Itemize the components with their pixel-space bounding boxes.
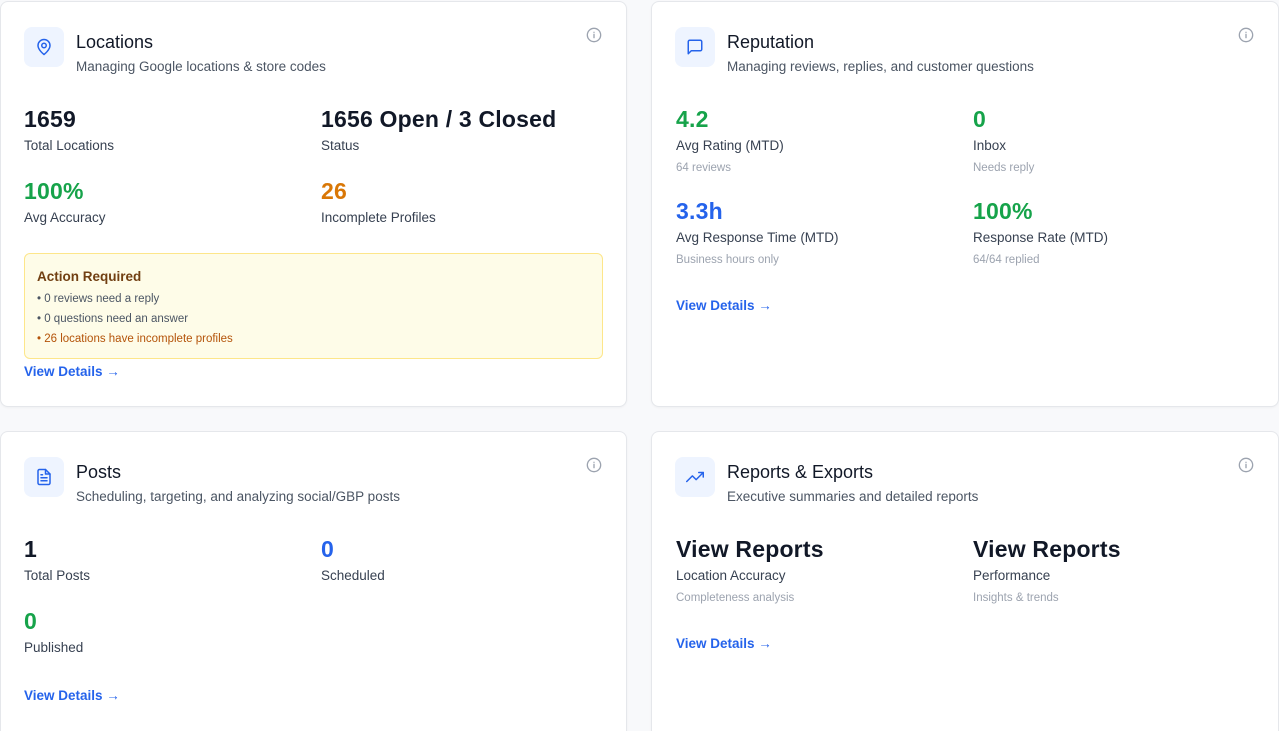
stat-label: Response Rate (MTD) xyxy=(973,230,1109,245)
stat-status: 1656 Open / 3 Closed Status xyxy=(321,105,556,154)
card-subtitle: Managing reviews, replies, and customer … xyxy=(727,59,1034,74)
card-subtitle: Scheduling, targeting, and analyzing soc… xyxy=(76,489,400,504)
stat-value: 100% xyxy=(973,198,1033,224)
info-icon[interactable] xyxy=(586,457,602,473)
stat-published: 0 Published xyxy=(24,607,83,656)
view-details-link[interactable]: View Details → xyxy=(24,364,120,379)
stat-label: Incomplete Profiles xyxy=(321,210,436,225)
card-title: Reports & Exports xyxy=(727,462,874,482)
stat-label: Inbox xyxy=(973,138,1007,153)
view-details-link[interactable]: View Details → xyxy=(24,688,120,703)
stat-value: 4.2 xyxy=(676,106,709,132)
stat-value: 3.3h xyxy=(676,198,723,224)
stat-label: Published xyxy=(24,640,84,655)
stat-label: Scheduled xyxy=(321,568,385,583)
action-required-alert: Action Required • 0 reviews need a reply… xyxy=(24,253,603,359)
stat-response-rate: 100% Response Rate (MTD) 64/64 replied xyxy=(973,197,1108,267)
stat-inbox: 0 Inbox Needs reply xyxy=(973,105,1034,175)
stat-label: Performance xyxy=(973,568,1051,583)
stat-label: Avg Rating (MTD) xyxy=(676,138,784,153)
info-icon[interactable] xyxy=(586,27,602,43)
info-icon[interactable] xyxy=(1238,27,1254,43)
stat-value: 0 xyxy=(321,536,334,562)
stat-sub: 64 reviews xyxy=(676,162,731,174)
alert-item: • 0 reviews need a reply xyxy=(37,293,160,305)
posts-card: Posts Scheduling, targeting, and analyzi… xyxy=(0,431,627,731)
stat-sub: 64/64 replied xyxy=(973,254,1040,266)
alert-title: Action Required xyxy=(37,269,142,284)
stat-sub: Business hours only xyxy=(676,254,779,266)
card-title: Locations xyxy=(76,32,154,52)
stat-sub: Needs reply xyxy=(973,162,1035,174)
stat-sub: Completeness analysis xyxy=(676,592,795,604)
stat-total-posts: 1 Total Posts xyxy=(24,535,90,584)
stat-label: Avg Accuracy xyxy=(24,210,106,225)
message-square-icon xyxy=(675,27,715,67)
stat-label: Total Locations xyxy=(24,138,115,153)
stat-avg-rating: 4.2 Avg Rating (MTD) 64 reviews xyxy=(676,105,784,175)
stat-total-locations: 1659 Total Locations xyxy=(24,105,114,154)
stat-avg-response-time: 3.3h Avg Response Time (MTD) Business ho… xyxy=(676,197,839,267)
view-details-link[interactable]: View Details → xyxy=(676,636,772,651)
stat-label: Status xyxy=(321,138,360,153)
stat-value: 0 xyxy=(973,106,986,132)
info-icon[interactable] xyxy=(1238,457,1254,473)
stat-label: Avg Response Time (MTD) xyxy=(676,230,839,245)
file-text-icon xyxy=(24,457,64,497)
stat-value: 1656 Open / 3 Closed xyxy=(321,106,557,132)
alert-item: • 0 questions need an answer xyxy=(37,313,189,325)
alert-item: • 26 locations have incomplete profiles xyxy=(37,333,233,345)
card-subtitle: Managing Google locations & store codes xyxy=(76,59,326,74)
stat-label: Location Accuracy xyxy=(676,568,786,583)
stat-value: 100% xyxy=(24,178,84,204)
card-title: Reputation xyxy=(727,32,815,52)
reports-card: Reports & Exports Executive summaries an… xyxy=(651,431,1279,731)
card-title: Posts xyxy=(76,462,122,482)
reputation-card: Reputation Managing reviews, replies, an… xyxy=(651,1,1279,407)
stat-value: 26 xyxy=(321,178,347,204)
stat-sub: Insights & trends xyxy=(973,592,1059,604)
stat-performance-report[interactable]: View Reports Performance Insights & tren… xyxy=(973,535,1121,605)
stat-location-accuracy-report[interactable]: View Reports Location Accuracy Completen… xyxy=(676,535,824,605)
stat-value[interactable]: View Reports xyxy=(676,535,824,563)
view-details-link[interactable]: View Details → xyxy=(676,298,772,313)
trending-up-icon xyxy=(675,457,715,497)
stat-value[interactable]: View Reports xyxy=(973,535,1121,563)
stat-value: 1659 xyxy=(24,106,76,132)
locations-card: Locations Managing Google locations & st… xyxy=(0,1,627,407)
stat-avg-accuracy: 100% Avg Accuracy xyxy=(24,177,106,226)
stat-value: 0 xyxy=(24,608,37,634)
stat-value: 1 xyxy=(24,536,37,562)
stat-scheduled: 0 Scheduled xyxy=(321,535,385,584)
card-subtitle: Executive summaries and detailed reports xyxy=(727,489,979,504)
stat-label: Total Posts xyxy=(24,568,91,583)
map-pin-icon xyxy=(24,27,64,67)
stat-incomplete-profiles: 26 Incomplete Profiles xyxy=(321,177,436,226)
